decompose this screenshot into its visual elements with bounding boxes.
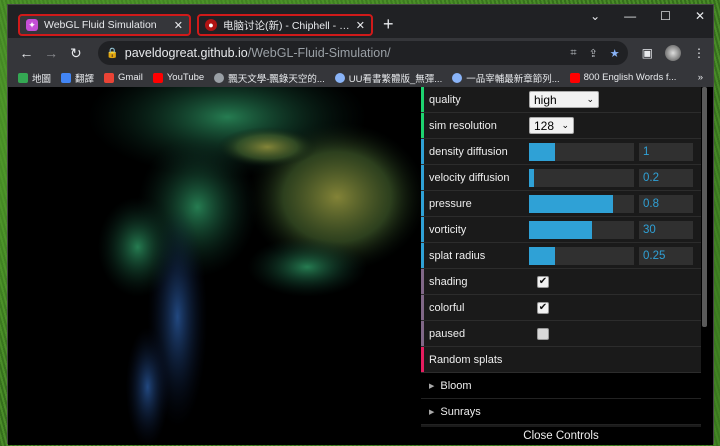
menu-kebab-icon[interactable]: ⋮	[693, 46, 705, 60]
chevron-down-icon: ⌄	[561, 120, 569, 130]
lock-icon[interactable]: 🔒	[106, 48, 118, 59]
url-path: /WebGL-Fluid-Simulation/	[247, 46, 391, 60]
splat-radius-slider[interactable]	[529, 246, 634, 265]
bloom-label: Bloom	[440, 379, 472, 392]
tab-webgl-fluid[interactable]: ✦ WebGL Fluid Simulation ✕	[18, 14, 191, 36]
tab-title: 电脑讨论(新) - Chiphell - 分享与交流	[223, 19, 352, 32]
velocity-diffusion-label: velocity diffusion	[429, 171, 510, 184]
bookmark-piaotian[interactable]: 飄天文學-飄錄天空的...	[214, 71, 325, 85]
sim-resolution-label: sim resolution	[429, 119, 497, 132]
colorful-checkbox[interactable]: ✔	[537, 301, 549, 314]
bookmark-yipin[interactable]: 一品宰輔最新章節列...	[452, 71, 560, 85]
pressure-row: pressure 0.8	[421, 191, 701, 217]
shading-checkbox[interactable]: ✔	[537, 275, 549, 288]
maps-icon	[18, 72, 28, 83]
chiphell-favicon-icon: ●	[205, 19, 217, 31]
bookmark-gmail[interactable]: Gmail	[104, 72, 143, 83]
bookmark-translate[interactable]: 翻譯	[61, 71, 94, 85]
sim-resolution-row: sim resolution 128 ⌄	[421, 113, 701, 139]
paused-label: paused	[429, 327, 466, 340]
title-bar: ✦ WebGL Fluid Simulation ✕ ● 电脑讨论(新) - C…	[8, 5, 713, 38]
vorticity-row: vorticity 30	[421, 217, 701, 243]
page-content: quality high ⌄ sim resolution 128 ⌄ densit…	[8, 87, 713, 445]
caret-right-icon: ▶	[429, 408, 435, 416]
close-controls-button[interactable]: Close Controls	[421, 427, 701, 445]
translate-icon	[61, 72, 72, 83]
velocity-diffusion-value[interactable]: 0.2	[639, 168, 693, 187]
colorful-row: colorful ✔	[421, 295, 701, 321]
caret-right-icon: ▶	[429, 382, 435, 390]
bookmark-english-words[interactable]: 800 English Words f...	[569, 72, 676, 83]
velocity-diffusion-slider[interactable]	[529, 168, 634, 187]
random-splats-label: Random splats	[429, 353, 503, 366]
share-icon[interactable]: ⇪	[589, 47, 598, 60]
tab-close-icon[interactable]: ✕	[356, 19, 365, 32]
reload-button[interactable]: ↻	[66, 45, 87, 62]
vorticity-value[interactable]: 30	[639, 220, 693, 239]
new-tab-button[interactable]: +	[383, 14, 394, 35]
pressure-slider[interactable]	[529, 194, 634, 213]
velocity-diffusion-row: velocity diffusion 0.2	[421, 165, 701, 191]
globe-icon	[214, 72, 225, 83]
sunrays-label: Sunrays	[440, 405, 481, 418]
bookmark-uukanshu[interactable]: UU看書繁體版_無彈...	[334, 71, 442, 85]
gmail-icon	[104, 72, 115, 83]
chevron-down-icon: ⌄	[586, 94, 594, 104]
controls-panel: quality high ⌄ sim resolution 128 ⌄ densit…	[421, 87, 707, 445]
paused-checkbox[interactable]	[537, 327, 549, 340]
paused-row: paused	[421, 321, 701, 347]
vorticity-slider[interactable]	[529, 220, 634, 239]
density-diffusion-label: density diffusion	[429, 145, 508, 158]
bookmarks-overflow-button[interactable]: »	[698, 72, 703, 83]
maximize-button[interactable]: ☐	[660, 9, 671, 23]
browser-toolbar: ← → ↻ 🔒 paveldogreat.github.io/WebGL-Flu…	[8, 38, 713, 68]
splat-radius-label: splat radius	[429, 249, 486, 262]
profile-avatar[interactable]	[665, 45, 682, 61]
youtube-icon	[152, 72, 163, 83]
side-panel-icon[interactable]: ▣	[642, 46, 653, 60]
tab-title: WebGL Fluid Simulation	[44, 19, 157, 31]
splat-radius-row: splat radius 0.25	[421, 243, 701, 269]
webgl-favicon-icon: ✦	[26, 19, 38, 31]
tab-close-icon[interactable]: ✕	[174, 19, 183, 32]
uu-icon	[334, 72, 345, 83]
bookmark-maps[interactable]: 地圖	[18, 71, 51, 85]
browser-window: ✦ WebGL Fluid Simulation ✕ ● 电脑讨论(新) - C…	[7, 4, 714, 445]
vorticity-label: vorticity	[429, 223, 467, 236]
window-controls: ⌄ — ☐ ✕	[590, 9, 705, 23]
translate-icon[interactable]: ⌗	[570, 47, 576, 60]
colorful-label: colorful	[429, 301, 465, 314]
pressure-value[interactable]: 0.8	[639, 194, 693, 213]
forward-button[interactable]: →	[41, 45, 62, 61]
tab-chiphell[interactable]: ● 电脑讨论(新) - Chiphell - 分享与交流 ✕	[197, 14, 373, 36]
splat-radius-value[interactable]: 0.25	[639, 246, 693, 265]
shading-label: shading	[429, 275, 468, 288]
shading-row: shading ✔	[421, 269, 701, 295]
tab-search-icon[interactable]: ⌄	[590, 9, 600, 23]
minimize-button[interactable]: —	[624, 9, 636, 23]
sim-resolution-select[interactable]: 128 ⌄	[529, 117, 574, 134]
bookmarks-bar: 地圖 翻譯 Gmail YouTube 飄天文學-飄錄天空的... UU看書繁體…	[8, 68, 713, 87]
density-diffusion-slider[interactable]	[529, 142, 634, 161]
uu-icon	[452, 72, 463, 83]
pressure-label: pressure	[429, 197, 472, 210]
sunrays-folder[interactable]: ▶ Sunrays	[421, 399, 701, 425]
bookmark-youtube[interactable]: YouTube	[152, 72, 204, 83]
quality-select[interactable]: high ⌄	[529, 91, 599, 108]
close-window-button[interactable]: ✕	[695, 9, 705, 23]
back-button[interactable]: ←	[16, 45, 37, 61]
panel-scrollbar[interactable]	[702, 87, 707, 327]
quality-row: quality high ⌄	[421, 87, 701, 113]
youtube-icon	[569, 72, 580, 83]
random-splats-button[interactable]: Random splats	[421, 347, 701, 373]
density-diffusion-value[interactable]: 1	[639, 142, 693, 161]
quality-label: quality	[429, 93, 461, 106]
density-diffusion-row: density diffusion 1	[421, 139, 701, 165]
bloom-folder[interactable]: ▶ Bloom	[421, 373, 701, 399]
bookmark-star-icon[interactable]: ★	[610, 47, 620, 60]
address-bar[interactable]: 🔒 paveldogreat.github.io/WebGL-Fluid-Sim…	[98, 41, 628, 65]
url-host: paveldogreat.github.io	[124, 46, 248, 60]
